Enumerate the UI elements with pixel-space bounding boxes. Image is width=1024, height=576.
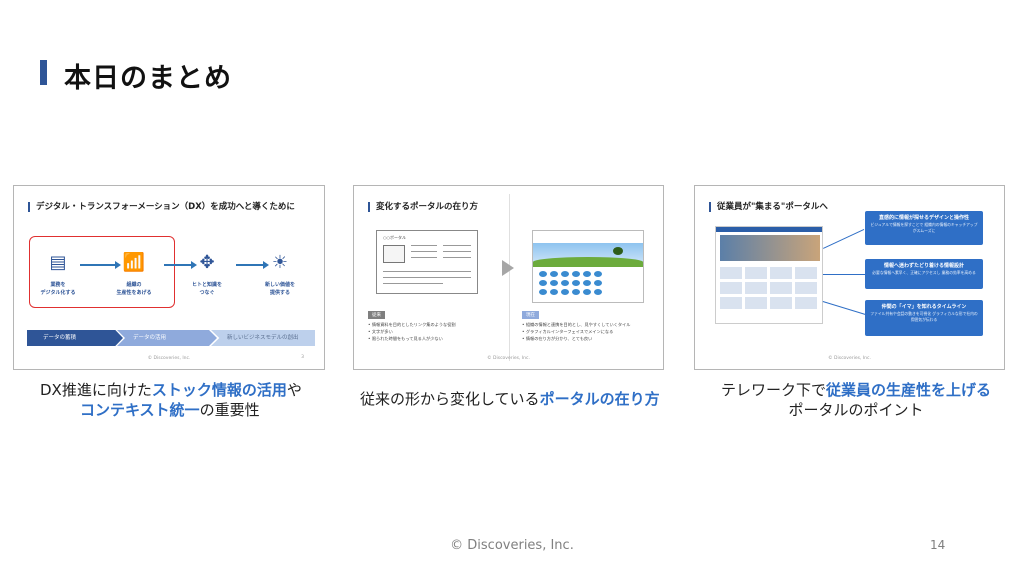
slide-title: デジタル・トランスフォーメーション（DX）を成功へと導くために <box>28 202 295 212</box>
new-bullets: • 組織の情報と連携を目的とし、見やすくしていくタイル • グラフィカルインター… <box>522 322 631 341</box>
document-icon: ▤ <box>49 252 67 273</box>
step-value: ☀ 新しい価値を 提供する <box>250 252 310 297</box>
step-label: 業務を デジタル化する <box>40 282 76 296</box>
chevron-data-usage: データの活用 <box>117 330 217 346</box>
connector-line <box>823 274 866 275</box>
chevron-new-business: 新しいビジネスモデルの創出 <box>211 330 315 346</box>
step-label: ヒトと知識を つなぐ <box>191 282 222 296</box>
title-accent-bar <box>40 60 47 85</box>
lightbulb-hand-icon: ☀ <box>271 252 289 273</box>
old-tag: 従来 <box>368 311 385 319</box>
step-productivity: 📶 組織の 生産性をあげる <box>104 252 164 297</box>
new-portal-screenshot <box>532 230 644 303</box>
caption-employee-portal: テレワーク下で従業員の生産性を上げる ポータルのポイント <box>720 381 992 419</box>
step-digitize: ▤ 業務を デジタル化する <box>28 252 88 297</box>
slide-footer: © Discoveries, Inc. <box>828 356 871 361</box>
slide-thumbnail-portal[interactable]: 変化するポータルの在り方 ○○ポータル 従来 • 情報資料を目的としたリンク集の… <box>353 185 664 370</box>
slide-thumbnail-dx[interactable]: デジタル・トランスフォーメーション（DX）を成功へと導くために ▤ 業務を デジ… <box>13 185 325 370</box>
step-label: 組織の 生産性をあげる <box>116 282 152 296</box>
callout-info-architecture: 情報へ迷わずたどり着ける情報設計 必要な情報へ素早く、正確にアクセスし 業務の効… <box>865 259 983 289</box>
slide-title: 従業員が"集まる"ポータルへ <box>709 202 828 212</box>
page-title: 本日のまとめ <box>64 63 232 94</box>
slide-title: 変化するポータルの在り方 <box>368 202 478 212</box>
connector-line <box>823 228 865 249</box>
chevron-data-accumulation: データの蓄積 <box>27 330 123 346</box>
new-tag: 現在 <box>522 311 539 319</box>
divider <box>509 194 510 361</box>
portal-screenshot <box>715 226 823 324</box>
slide-footer: © Discoveries, Inc. <box>487 356 530 361</box>
old-portal-mock: ○○ポータル <box>376 230 478 294</box>
slide-page-number: 3 <box>301 355 304 360</box>
slide-footer: © Discoveries, Inc. <box>147 356 191 361</box>
slide-thumbnail-employee-portal[interactable]: 従業員が"集まる"ポータルへ 直感的に情報が探せるデザインと操作性 ビジュアルで… <box>694 185 1005 370</box>
old-portal-header: ○○ポータル <box>383 235 406 240</box>
page-number: 14 <box>930 538 946 552</box>
growth-chart-icon: 📶 <box>122 252 146 273</box>
old-bullets: • 情報資料を目的としたリンク集のような役割 • 文字が多い • 限られた時間を… <box>368 322 456 341</box>
network-icon: ✥ <box>199 252 215 273</box>
callout-timeline: 仲間の「イマ」を知れるタイムライン ファイル共有や会話の動きを可視化 グラフィカ… <box>865 300 983 336</box>
caption-dx: DX推進に向けたストック情報の活用や コンテキスト統一の重要性 <box>40 381 302 419</box>
caption-portal: 従来の形から変化しているポータルの在り方 <box>360 390 660 408</box>
image-icon <box>383 245 405 263</box>
connector-line <box>822 301 867 316</box>
step-label: 新しい価値を 提供する <box>264 282 295 296</box>
play-arrow-icon <box>502 260 514 276</box>
callout-design: 直感的に情報が探せるデザインと操作性 ビジュアルで情報を探すことで 組織内の情報… <box>865 211 983 245</box>
step-connect: ✥ ヒトと知識を つなぐ <box>177 252 237 297</box>
footer-copyright: © Discoveries, Inc. <box>450 538 574 553</box>
